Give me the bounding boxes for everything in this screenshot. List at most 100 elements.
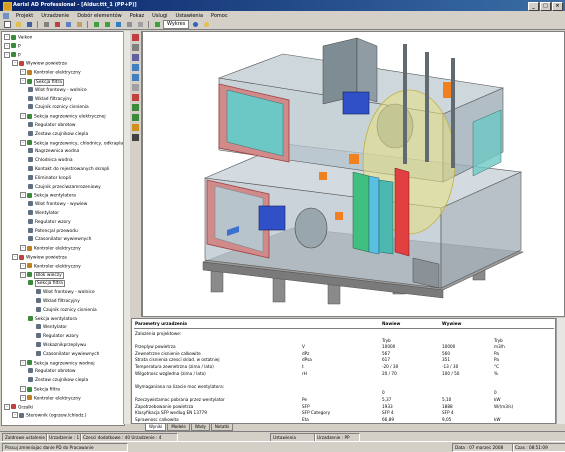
tree-item[interactable]: -P [4, 51, 21, 60]
select-icon[interactable] [132, 34, 139, 41]
tree-item[interactable]: Czujnik przeciwzamrozeniowy [28, 183, 101, 192]
tree-item[interactable]: - Wywiew powietrza [12, 254, 67, 262]
render-icon[interactable] [132, 124, 139, 131]
rotate-icon[interactable] [132, 54, 139, 61]
menu-ustawienia[interactable]: Ustawienia [172, 13, 207, 19]
tree-item[interactable]: - Sterownik (ogrzew./chlodz.) [12, 412, 87, 420]
tree-item[interactable]: -P [4, 42, 21, 51]
tree-item[interactable]: - Kontroler elektryczny [20, 69, 81, 77]
cut-icon[interactable] [52, 20, 62, 29]
close-button[interactable]: × [552, 2, 563, 11]
menu-urzadzenie[interactable]: Urzadzenie [37, 13, 73, 19]
tree-item[interactable]: - Kontroler elektryczny [20, 245, 81, 253]
expand-icon[interactable]: - [20, 262, 26, 269]
side-view-icon[interactable] [132, 114, 139, 121]
menu-projekt[interactable]: Projekt [12, 13, 37, 19]
tree-item[interactable]: Eliminator kropli [28, 174, 71, 183]
expand-icon[interactable]: - [4, 42, 10, 49]
tree-item[interactable]: Wskaznikprzeplywu [36, 342, 86, 350]
tree-item[interactable]: Regulator wzory [36, 333, 79, 341]
expand-icon[interactable]: - [20, 192, 26, 199]
tree-item[interactable]: - Sekcja nagrzewnicy elektrycznej [20, 113, 106, 121]
fit-icon[interactable] [132, 94, 139, 101]
menu-pokaz[interactable]: Pokaz [126, 13, 148, 19]
tree-item[interactable]: Czasonilator wywiewnych [28, 236, 91, 244]
tree-item[interactable]: Czujnik roznicy cisnienia [28, 104, 89, 112]
pan-icon[interactable] [132, 84, 139, 91]
expand-icon[interactable]: - [20, 394, 26, 401]
grid-icon[interactable] [124, 20, 134, 29]
tree-item[interactable]: - Vaikon [4, 34, 32, 42]
tree-item[interactable]: Czujnik roznicy cisnienia [36, 306, 97, 315]
tree-item[interactable]: Wentylator [36, 324, 67, 332]
save-icon[interactable] [24, 20, 34, 29]
tree-item[interactable]: Chlodnica wodna [28, 157, 73, 165]
wykres-button[interactable]: Wykres [163, 20, 190, 29]
print-icon[interactable] [41, 20, 51, 29]
tree-scrollbar[interactable] [123, 31, 130, 424]
tree-item[interactable]: Nagrzewnica wodna [28, 148, 79, 156]
expand-icon[interactable]: - [20, 245, 26, 252]
expand-icon[interactable]: - [20, 78, 26, 84]
expand-icon[interactable]: - [4, 51, 10, 58]
tree-item[interactable]: - Grzalki [4, 403, 33, 412]
tree-item[interactable]: - Sekcja nagrzewnicy wodnej [20, 359, 95, 368]
zoom-out-icon[interactable] [132, 74, 139, 81]
new-icon[interactable] [2, 20, 12, 29]
expand-icon[interactable]: - [12, 254, 18, 260]
tab-wady[interactable]: Wady [190, 424, 210, 431]
tree-item[interactable]: - Sekcja nagrzewnicy, chlodnicy, odkrapla… [20, 139, 124, 148]
expand-icon[interactable]: - [20, 113, 26, 120]
undo-icon[interactable] [91, 20, 101, 29]
tree-item[interactable]: Zestaw czujnikow ciepla [28, 377, 88, 385]
tree-item[interactable]: Sekcja filtra [28, 280, 65, 288]
tree-item[interactable]: Wentylator [28, 210, 59, 218]
tab-wyniki[interactable]: Wyniki [145, 424, 167, 431]
tab-notatki[interactable]: Notatki [210, 424, 234, 431]
expand-icon[interactable]: - [20, 386, 26, 392]
info-icon[interactable] [190, 20, 200, 29]
3d-viewport[interactable] [142, 31, 565, 317]
tree-item[interactable]: - Sekcja filtra [20, 386, 60, 394]
move-icon[interactable] [132, 44, 139, 51]
paste-icon[interactable] [74, 20, 84, 29]
expand-icon[interactable]: - [12, 412, 18, 419]
menu-pomoc[interactable]: Pomoc [207, 13, 232, 19]
chart-icon[interactable] [152, 20, 162, 29]
tree-item[interactable]: - Sekcja wentylatora [20, 192, 76, 200]
menu-dobor[interactable]: Dobór elementów [73, 13, 126, 19]
camera-icon[interactable] [132, 134, 139, 141]
open-icon[interactable] [13, 20, 23, 29]
tree-item[interactable]: Potencjal przewodu [28, 227, 78, 236]
tree-item[interactable]: Regulator obrotow [28, 368, 76, 376]
expand-icon[interactable]: - [20, 359, 26, 366]
expand-icon[interactable]: - [20, 271, 26, 278]
tree-item[interactable]: - Blok wieczy [20, 271, 64, 280]
tree-item[interactable]: Wlot frontowy - wolnice [36, 289, 95, 297]
tree-item[interactable]: Zestaw czujnikow ciepla [28, 130, 88, 139]
panel-scrollbar[interactable] [556, 318, 565, 424]
help-icon[interactable] [201, 20, 211, 29]
menu-uslugi[interactable]: Uslugi [148, 13, 171, 19]
expand-icon[interactable]: - [4, 403, 10, 410]
redo-icon[interactable] [102, 20, 112, 29]
refresh-icon[interactable] [113, 20, 123, 29]
tree-item[interactable]: Wlot frontowy - wywiew [28, 201, 87, 209]
tree-item[interactable]: Regulator obrotow [28, 122, 76, 130]
tree-item[interactable]: Sekcja wentylatora [28, 315, 77, 324]
tab-modele[interactable]: Modele [167, 424, 190, 431]
copy-icon[interactable] [63, 20, 73, 29]
tree-item[interactable]: - Sekcja filtra [20, 78, 64, 86]
tree-item[interactable]: Czasonilator wywiewnych [36, 350, 99, 359]
maximize-button[interactable]: □ [540, 2, 551, 11]
tree-item[interactable]: Wklad filtracyjny [36, 298, 80, 306]
expand-icon[interactable]: - [20, 139, 26, 146]
expand-icon[interactable]: - [20, 69, 26, 76]
tree-item[interactable]: Wklad filtracyjny [28, 95, 72, 104]
zoom-in-icon[interactable] [132, 64, 139, 71]
tree-item[interactable]: Wlot frontowy - wolnice [28, 86, 87, 95]
tree-item[interactable]: - Kontroler elektryczny [20, 394, 81, 403]
expand-icon[interactable]: - [12, 60, 18, 67]
tree-item[interactable]: Regulator wzory [28, 218, 71, 227]
minimize-button[interactable]: _ [528, 2, 539, 11]
